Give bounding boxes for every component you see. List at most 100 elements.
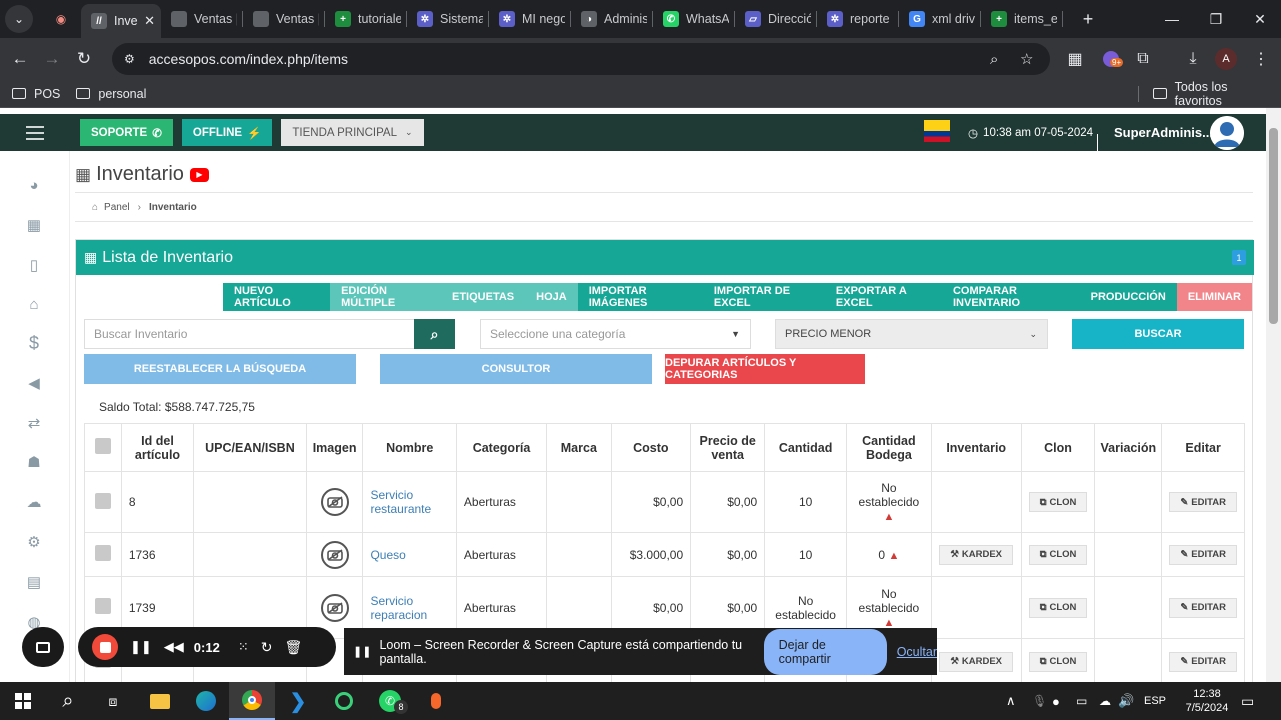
column-header[interactable]: Imagen — [305, 423, 364, 472]
tray-chevron-icon[interactable]: ∧ — [1006, 682, 1016, 720]
browser-tab[interactable]: Ventas | — [243, 0, 325, 38]
action-button-2[interactable]: ETIQUETAS — [441, 283, 526, 311]
bookmark-pos[interactable]: POS — [12, 87, 60, 101]
select-all-checkbox[interactable] — [94, 438, 111, 454]
all-bookmarks[interactable]: Todos los favoritos — [1153, 80, 1275, 108]
restart-icon[interactable]: ↻ — [261, 639, 273, 656]
task-view-icon[interactable]: ⧈ — [90, 682, 136, 720]
user-avatar-icon[interactable] — [1210, 116, 1244, 150]
hamburger-icon[interactable] — [0, 125, 70, 140]
stop-recording-button[interactable] — [92, 634, 118, 660]
browser-tab[interactable]: ▱ Direcció — [735, 0, 817, 38]
language-indicator[interactable]: ESP — [1144, 682, 1166, 720]
new-tab-icon[interactable]: + — [1074, 5, 1102, 33]
drag-handle-icon[interactable]: ❚❚ — [353, 645, 371, 658]
youtube-icon[interactable]: ▶ — [189, 167, 209, 182]
browser-tab[interactable]: + tutoriale — [325, 0, 407, 38]
app-circle-icon[interactable] — [321, 682, 367, 720]
edit-button[interactable]: ✎ EDITAR — [1169, 492, 1237, 512]
volume-icon[interactable]: 🔊 — [1118, 682, 1134, 720]
receipt-icon[interactable]: ▯ — [25, 256, 43, 274]
browser-tab[interactable]: + items_e — [981, 0, 1063, 38]
depurar-button[interactable]: DEPURAR ARTÍCULOS Y CATEGORIAS — [665, 354, 865, 384]
edge-icon[interactable] — [183, 682, 229, 720]
item-name-link[interactable]: Queso — [370, 548, 405, 562]
users-icon[interactable]: ☗ — [25, 453, 43, 471]
system-clock[interactable]: 12:38 7/5/2024 — [1178, 682, 1236, 720]
chrome-icon[interactable] — [229, 682, 275, 720]
table-row[interactable]: 1736 Queso Aberturas $3.000,00 $0,00 10 0 ▲ ⚒ KA… — [84, 532, 1245, 577]
loom-camera-button[interactable] — [22, 627, 64, 667]
microphone-icon[interactable] — [413, 682, 459, 720]
clone-button[interactable]: ⧉ CLON — [1028, 492, 1088, 512]
dollar-icon[interactable]: $ — [25, 333, 43, 353]
notifications-icon[interactable]: ▭ — [1241, 682, 1254, 720]
browser-tab[interactable]: ✲ MI nego — [489, 0, 571, 38]
price-order-select[interactable]: PRECIO MENOR ⌄ — [775, 319, 1048, 349]
action-button-9[interactable]: ELIMINAR — [1176, 283, 1252, 311]
edit-button[interactable]: ✎ EDITAR — [1169, 544, 1237, 565]
close-tab-icon[interactable]: ✕ — [144, 13, 155, 29]
column-header[interactable]: UPC/EAN/ISBN — [193, 423, 307, 472]
menu-kebab-icon[interactable]: ⋮ — [1246, 38, 1276, 80]
qr-icon[interactable]: ▦ — [1060, 38, 1090, 80]
column-header[interactable]: Inventario — [930, 423, 1022, 472]
user-menu[interactable]: SuperAdminis... — [1114, 114, 1213, 151]
column-header[interactable]: Clon — [1020, 423, 1096, 472]
network-icon[interactable]: ▭ — [1076, 682, 1087, 720]
calendar-icon[interactable]: ▦ — [25, 216, 43, 234]
column-header[interactable]: Variación — [1094, 423, 1163, 472]
back-icon[interactable]: ← — [4, 43, 36, 75]
extension-icon[interactable]: 9+ — [1096, 38, 1126, 80]
scrollbar-thumb[interactable] — [1269, 128, 1278, 324]
clone-button[interactable]: ⧉ CLON — [1028, 651, 1088, 672]
megaphone-icon[interactable]: ◀ — [25, 374, 43, 392]
action-button-0[interactable]: NUEVO ARTÍCULO — [223, 283, 331, 311]
dashboard-icon[interactable]: ◕ — [25, 176, 43, 194]
offline-button[interactable]: OFFLINE ⚡ — [181, 119, 273, 146]
site-info-icon[interactable]: ⚙ — [124, 52, 135, 66]
edit-button[interactable]: ✎ EDITAR — [1169, 651, 1237, 672]
close-window-icon[interactable]: ✕ — [1239, 0, 1281, 38]
bookmark-star-icon[interactable]: ☆ — [1020, 50, 1033, 68]
pause-icon[interactable]: ❚❚ — [130, 639, 152, 655]
kardex-button[interactable]: ⚒ KARDEX — [939, 651, 1014, 672]
action-button-4[interactable]: IMPORTAR IMÁGENES — [577, 283, 703, 311]
bank-icon[interactable]: ⌂ — [25, 295, 43, 313]
reload-icon[interactable]: ↻ — [68, 43, 100, 75]
row-checkbox[interactable] — [94, 545, 111, 561]
browser-tab[interactable]: // Inve ✕ — [81, 4, 161, 38]
search-button[interactable]: ⌕ — [414, 319, 455, 349]
search-input[interactable]: Buscar Inventario — [84, 319, 415, 349]
reset-search-button[interactable]: REESTABLECER LA BÚSQUEDA — [84, 354, 356, 384]
calculator-icon[interactable]: ▤ — [25, 573, 43, 591]
omnibox[interactable]: ⚙ accesopos.com/index.php/items ⌕ ☆ — [112, 43, 1050, 75]
browser-tab[interactable]: Ventas | — [161, 0, 243, 38]
file-explorer-icon[interactable] — [137, 682, 183, 720]
browser-tab[interactable]: ✆ WhatsA — [653, 0, 735, 38]
column-header[interactable]: Costo — [610, 423, 692, 472]
item-name-link[interactable]: Servicio reparacion — [370, 594, 427, 622]
action-button-3[interactable]: HOJA — [525, 283, 578, 311]
clone-button[interactable]: ⧉ CLON — [1028, 544, 1088, 565]
search-icon[interactable]: ⌕ — [45, 682, 91, 720]
browser-tab[interactable]: Gxml driv — [899, 0, 981, 38]
hide-link[interactable]: Ocultar — [897, 645, 937, 659]
buscar-button[interactable]: BUSCAR — [1072, 319, 1244, 349]
clone-button[interactable]: ⧉ CLON — [1028, 597, 1088, 618]
zoom-icon[interactable]: ⌕ — [990, 51, 998, 68]
bookmark-personal[interactable]: personal — [76, 87, 146, 101]
browser-tab[interactable]: ◑ Adminis — [571, 0, 653, 38]
download-icon[interactable]: ⤓ — [1178, 38, 1208, 80]
onedrive-icon[interactable]: ☁ — [1099, 682, 1111, 720]
action-button-7[interactable]: COMPARAR INVENTARIO — [941, 283, 1080, 311]
browser-tab[interactable]: ✲ reporte — [817, 0, 899, 38]
edit-button[interactable]: ✎ EDITAR — [1169, 597, 1237, 618]
minimize-icon[interactable]: — — [1151, 0, 1193, 38]
whatsapp-taskbar-icon[interactable]: ✆ 8 — [367, 682, 413, 720]
exchange-icon[interactable]: ⇄ — [25, 414, 43, 432]
column-header[interactable]: Nombre — [362, 423, 457, 472]
rewind-icon[interactable]: ◀◀ — [164, 639, 184, 655]
tray-mic-icon[interactable]: 🎙 — [1032, 682, 1047, 720]
column-header[interactable]: Cantidad Bodega — [846, 423, 932, 472]
